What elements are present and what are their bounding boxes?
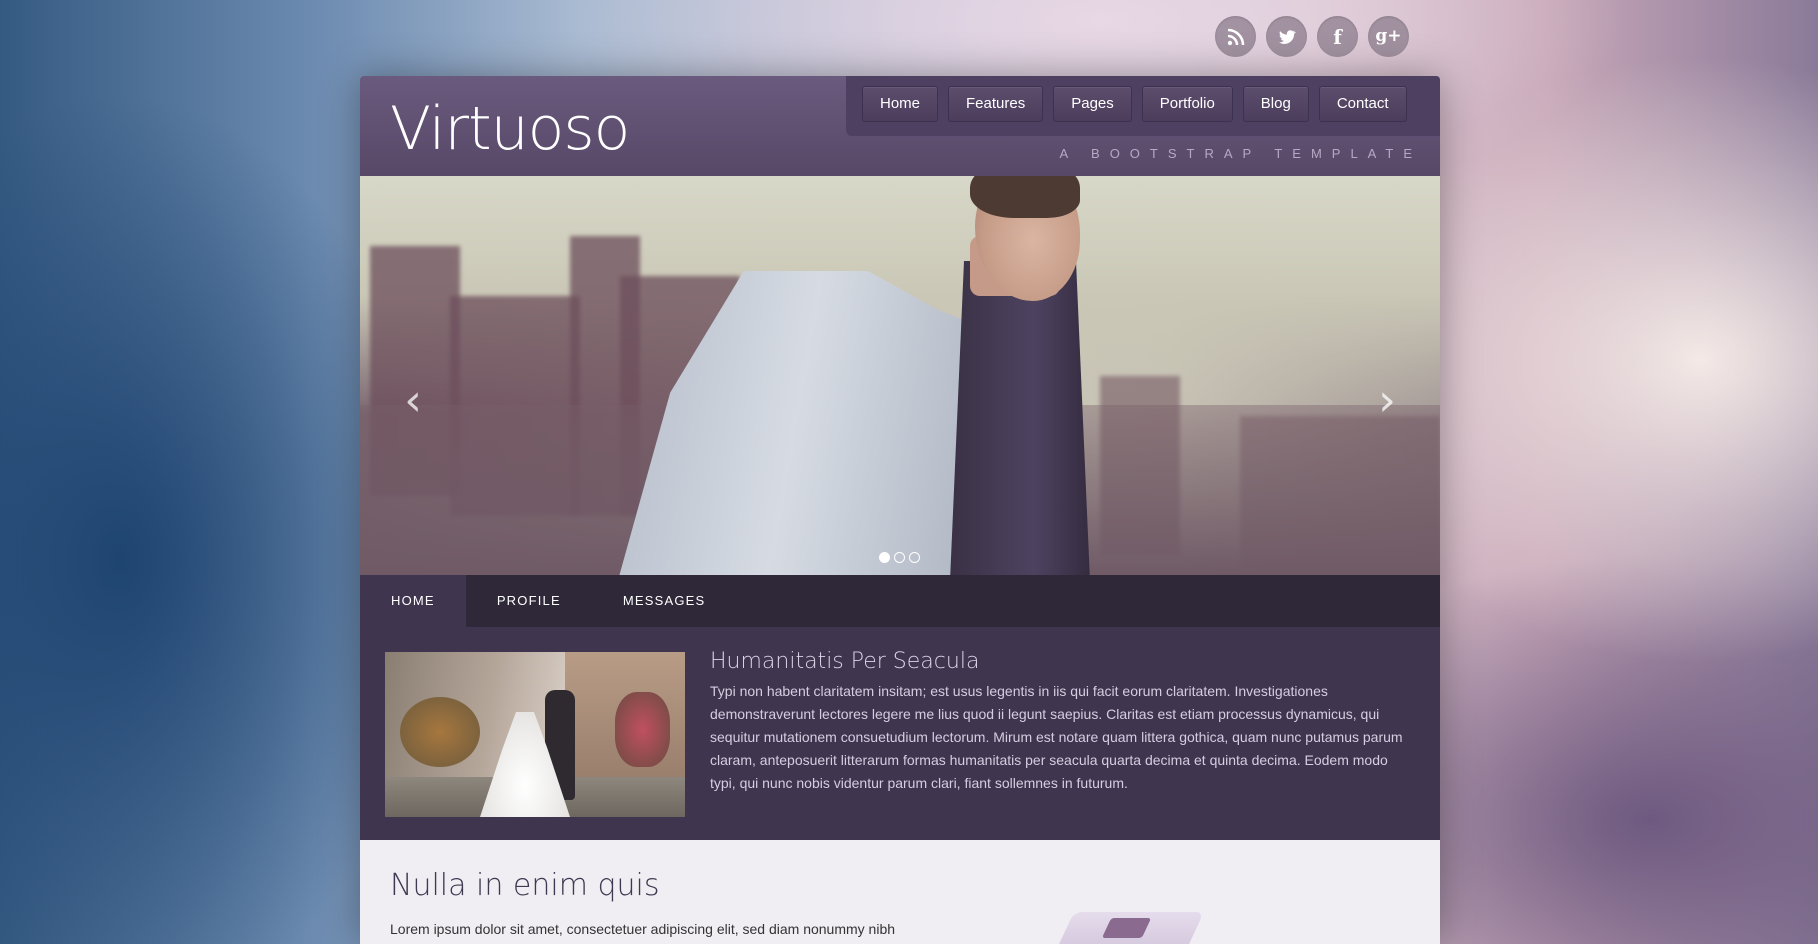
wedding-photo (385, 652, 685, 817)
carousel-dot-3[interactable] (909, 552, 920, 563)
lower-section: Nulla in enim quis Lorem ipsum dolor sit… (360, 840, 1440, 944)
nav-contact[interactable]: Contact (1318, 86, 1407, 122)
main-nav: Home Features Pages Portfolio Blog Conta… (846, 76, 1440, 136)
section-heading: Nulla in enim quis (390, 868, 660, 903)
tab-home[interactable]: HOME (360, 575, 466, 627)
section-body: Lorem ipsum dolor sit amet, consectetuer… (390, 921, 896, 937)
site-header: Virtuoso Home Features Pages Portfolio B… (360, 76, 1440, 176)
carousel-figure-hair (970, 176, 1080, 218)
page-container: Virtuoso Home Features Pages Portfolio B… (360, 76, 1440, 944)
carousel-figure-shirt (950, 261, 1090, 575)
content-tabs: HOME PROFILE MESSAGES (360, 575, 1440, 627)
google-plus-label: g+ (1375, 26, 1402, 46)
nav-pages[interactable]: Pages (1053, 86, 1132, 122)
nav-features[interactable]: Features (948, 86, 1044, 122)
twitter-icon[interactable] (1266, 16, 1307, 57)
carousel-dot-1[interactable] (879, 552, 890, 563)
site-tagline: A BOOTSTRAP TEMPLATE (1059, 146, 1422, 161)
site-logo[interactable]: Virtuoso (390, 94, 630, 164)
rss-glyph (1227, 28, 1244, 45)
tab-panel-home: Humanitatis Per Seacula Typi non habent … (360, 627, 1440, 840)
device-image (1046, 912, 1204, 944)
facebook-icon[interactable]: f (1317, 16, 1358, 57)
rss-icon[interactable] (1215, 16, 1256, 57)
photo-tree (400, 697, 480, 767)
carousel-next-icon[interactable]: › (1372, 379, 1402, 423)
google-plus-icon[interactable]: g+ (1368, 16, 1409, 57)
facebook-label: f (1333, 24, 1342, 49)
device-screen (1101, 918, 1152, 938)
panel-body: Typi non habent claritatem insitam; est … (710, 683, 1403, 791)
social-links: f g+ (1215, 16, 1409, 57)
panel-heading: Humanitatis Per Seacula (710, 649, 980, 674)
tab-profile[interactable]: PROFILE (466, 575, 592, 627)
nav-blog[interactable]: Blog (1242, 86, 1309, 122)
carousel-dot-2[interactable] (894, 552, 905, 563)
nav-home[interactable]: Home (862, 86, 939, 122)
hero-carousel: ‹ › (360, 176, 1440, 575)
carousel-prev-icon[interactable]: ‹ (398, 379, 428, 423)
tab-messages[interactable]: MESSAGES (592, 575, 737, 627)
photo-flowers (615, 692, 670, 767)
carousel-indicators (879, 552, 920, 563)
nav-portfolio[interactable]: Portfolio (1141, 86, 1233, 122)
twitter-glyph (1278, 29, 1296, 44)
